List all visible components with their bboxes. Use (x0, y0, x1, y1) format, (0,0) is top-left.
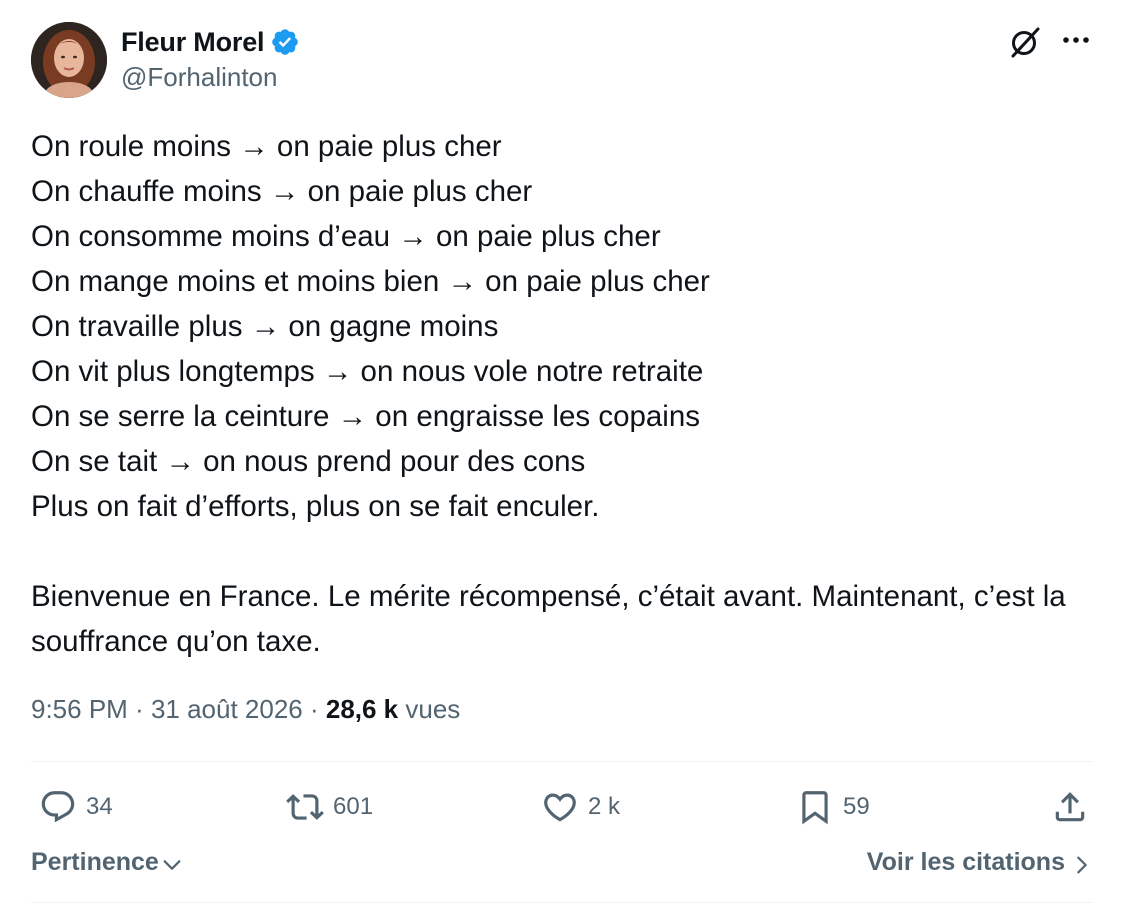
share-button[interactable] (1051, 785, 1089, 829)
tweet-line: On se tait → on nous prend pour des cons (31, 445, 586, 478)
repost-count: 601 (333, 793, 374, 820)
share-icon (1055, 792, 1085, 822)
tweet-line: On roule moins → on paie plus cher (31, 130, 502, 163)
meta-separator: · (127, 694, 151, 724)
chevron-down-icon (163, 859, 181, 870)
repost-icon (286, 794, 324, 820)
tweet-time[interactable]: 9:56 PM (31, 694, 128, 724)
meta-separator: · (302, 694, 326, 724)
views-label: vues (398, 694, 461, 724)
tweet-line: On travaille plus → on gagne moins (31, 310, 499, 343)
reply-count: 34 (86, 793, 113, 820)
sort-label: Pertinence (31, 848, 159, 876)
like-button[interactable]: 2 k (541, 785, 620, 829)
replies-footer: Pertinence Voir les citations (31, 848, 1093, 884)
user-handle[interactable]: @Forhalinton (121, 62, 300, 93)
tweet-meta: 9:56 PM · 31 août 2026 · 28,6 k vues (31, 694, 460, 725)
tweet-date[interactable]: 31 août 2026 (151, 694, 303, 724)
reply-icon (41, 791, 75, 823)
reply-button[interactable]: 34 (39, 785, 113, 829)
grok-icon[interactable] (1007, 24, 1043, 60)
like-count: 2 k (588, 793, 621, 820)
verified-badge-icon[interactable] (270, 27, 300, 57)
views-count: 28,6 k (325, 694, 399, 724)
sort-select[interactable]: Pertinence (31, 848, 183, 877)
tweet-line: On vit plus longtemps → on nous vole not… (31, 355, 704, 388)
tweet-line: On mange moins et moins bien → on paie p… (31, 265, 710, 298)
user-info: Fleur Morel @Forhalinton (121, 24, 300, 93)
bookmark-count: 59 (843, 793, 870, 820)
tweet-closing-paragraph: Bienvenue en France. Le mérite récompens… (31, 580, 1066, 658)
tweet-line: On chauffe moins → on paie plus cher (31, 175, 533, 208)
heart-icon (544, 793, 576, 822)
tweet-line: On se serre la ceinture → on engraisse l… (31, 400, 701, 433)
display-name[interactable]: Fleur Morel (121, 27, 265, 58)
view-quotes-label: Voir les citations (866, 848, 1065, 876)
chevron-right-icon (1077, 856, 1087, 873)
tweet-header: Fleur Morel @Forhalinton (31, 22, 1093, 100)
action-bar: 34 601 2 k 59 (31, 785, 1093, 829)
bookmark-icon (802, 791, 828, 825)
more-icon[interactable] (1059, 28, 1093, 52)
bookmark-button[interactable]: 59 (796, 785, 870, 829)
repost-button[interactable]: 601 (286, 785, 373, 829)
tweet-text: On roule moins → on paie plus cher On ch… (31, 124, 1101, 664)
tweet-line: On consomme moins d’eau → on paie plus c… (31, 220, 661, 253)
avatar[interactable] (31, 22, 107, 98)
view-quotes-link[interactable]: Voir les citations (867, 848, 1093, 877)
divider (31, 761, 1093, 762)
tweet-line: Plus on fait d’efforts, plus on se fait … (31, 490, 600, 523)
display-name-row: Fleur Morel (121, 24, 300, 60)
divider (31, 902, 1093, 903)
